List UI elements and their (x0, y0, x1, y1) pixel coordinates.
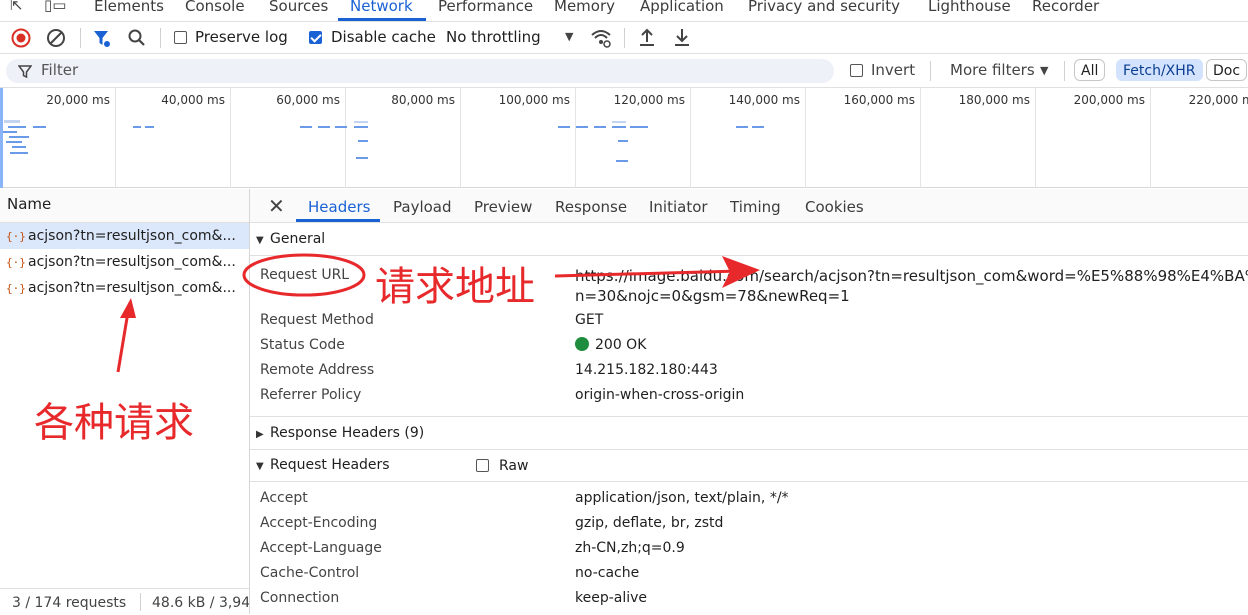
annotation-arrow-right (554, 269, 741, 278)
annotation-requests-note: 各种请求 (34, 400, 194, 446)
annotation-arrowhead-up (120, 298, 136, 318)
annotation-arrow-up (116, 311, 130, 373)
annotation-ellipse (242, 253, 366, 297)
annotation-url-note: 请求地址 (375, 264, 535, 310)
annotation-overlay (116, 253, 760, 373)
